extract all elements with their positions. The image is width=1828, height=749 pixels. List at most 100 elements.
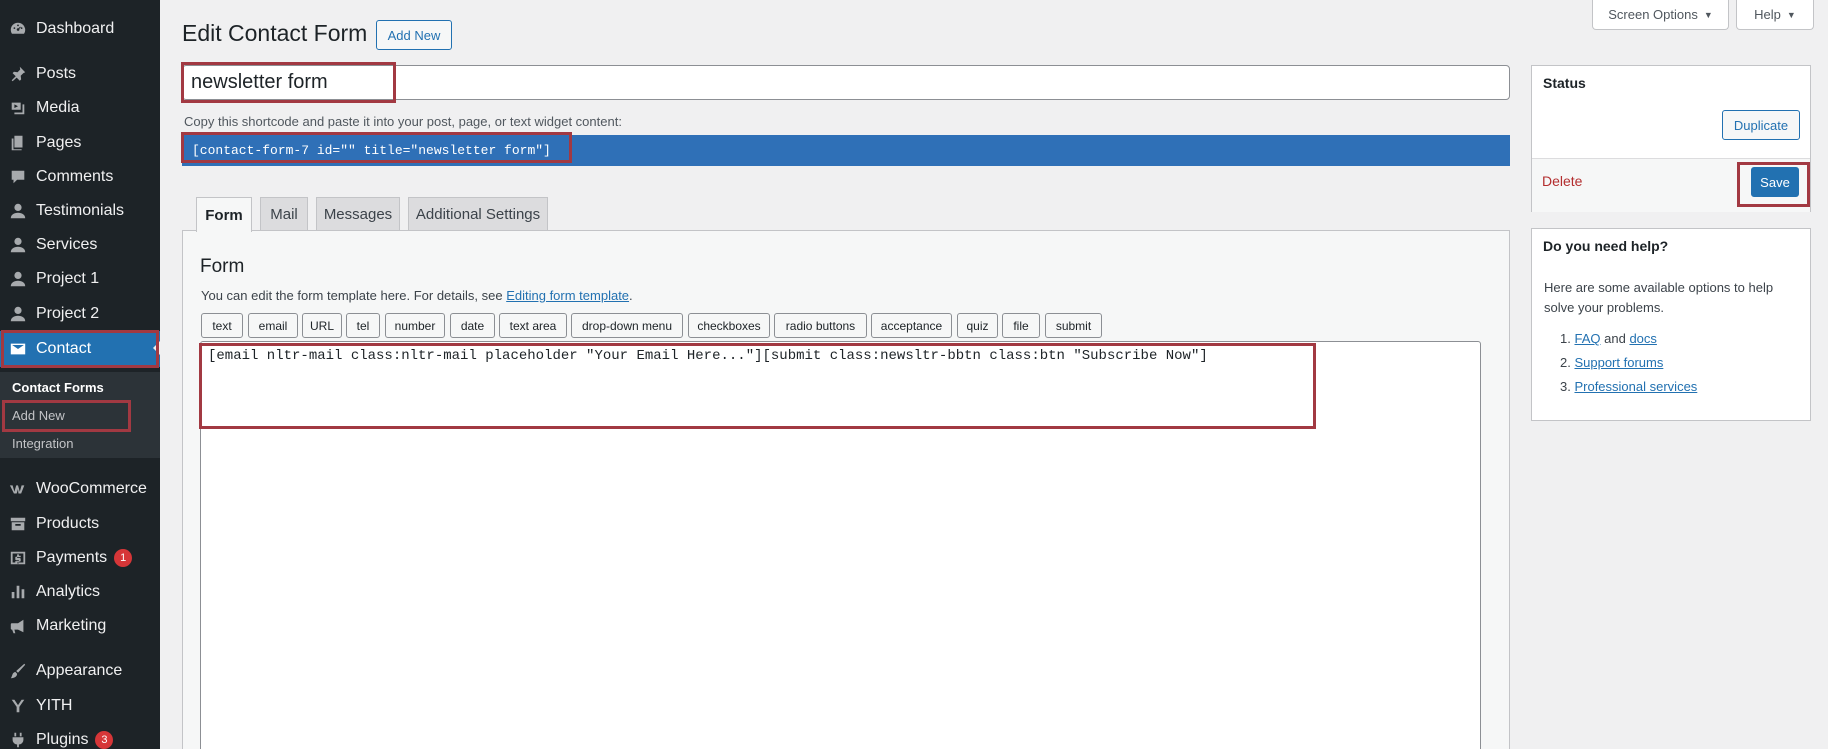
dashboard-icon xyxy=(8,19,28,39)
tag-button-text-area[interactable]: text area xyxy=(499,313,567,338)
comment-icon xyxy=(8,167,28,187)
shortcode-field[interactable]: [contact-form-7 id="" title="newsletter … xyxy=(182,135,1510,166)
help-label: Help xyxy=(1754,7,1781,22)
tag-button-tel[interactable]: tel xyxy=(346,313,380,338)
yith-icon xyxy=(8,696,28,716)
sidebar-item-project-1[interactable]: Project 1 xyxy=(0,262,160,296)
sidebar-item-appearance[interactable]: Appearance xyxy=(0,654,160,688)
list-number: 3. xyxy=(1560,379,1575,394)
caret-down-icon: ▼ xyxy=(1786,9,1796,20)
help-box-title: Do you need help? xyxy=(1543,238,1669,254)
sidebar-item-label: Services xyxy=(36,236,98,253)
sidebar-item-dashboard[interactable]: Dashboard xyxy=(0,12,160,46)
plug-icon xyxy=(8,730,28,749)
sidebar-item-pages[interactable]: Pages xyxy=(0,126,160,160)
sidebar-item-marketing[interactable]: Marketing xyxy=(0,609,160,643)
submenu-item-add-new[interactable]: Add New xyxy=(12,408,65,423)
form-title-input[interactable] xyxy=(182,65,1510,100)
sidebar-item-label: Media xyxy=(36,99,80,116)
plugins-count-badge: 3 xyxy=(95,731,114,749)
sidebar-item-comments[interactable]: Comments xyxy=(0,160,160,194)
person-icon xyxy=(8,304,28,324)
form-panel-hint: You can edit the form template here. For… xyxy=(201,288,633,303)
envelope-icon xyxy=(8,339,28,359)
save-button[interactable]: Save xyxy=(1751,167,1799,197)
sidebar-item-label: Appearance xyxy=(36,662,123,679)
sidebar-item-testimonials[interactable]: Testimonials xyxy=(0,194,160,228)
sidebar-item-contact[interactable]: Contact xyxy=(0,331,160,367)
sidebar-item-label: Comments xyxy=(36,168,114,185)
professional-services-link[interactable]: Professional services xyxy=(1574,379,1697,394)
delete-link[interactable]: Delete xyxy=(1542,173,1582,189)
support-forums-link[interactable]: Support forums xyxy=(1574,355,1663,370)
docs-link[interactable]: docs xyxy=(1629,331,1656,346)
tag-button-submit[interactable]: submit xyxy=(1045,313,1102,338)
contact-submenu: Contact Forms Add New Integration xyxy=(0,372,160,458)
sidebar-item-label: Payments xyxy=(36,549,108,566)
sidebar-item-analytics[interactable]: Analytics xyxy=(0,575,160,609)
sidebar-item-products[interactable]: Products xyxy=(0,507,160,541)
tag-button-quiz[interactable]: quiz xyxy=(957,313,998,338)
sidebar-item-label: Marketing xyxy=(36,617,107,634)
submenu-item-integration[interactable]: Integration xyxy=(12,436,73,451)
tag-button-acceptance[interactable]: acceptance xyxy=(871,313,952,338)
sidebar-item-payments[interactable]: Payments 1 xyxy=(0,541,160,575)
duplicate-button[interactable]: Duplicate xyxy=(1722,110,1800,140)
paintbrush-icon xyxy=(8,661,28,681)
sidebar-item-label: Pages xyxy=(36,134,82,151)
help-box-text: Here are some available options to help … xyxy=(1544,280,1774,315)
help-list-item-2: 2. Support forums xyxy=(1560,355,1663,370)
tab-additional-settings[interactable]: Additional Settings xyxy=(408,197,548,231)
tag-button-drop-down-menu[interactable]: drop-down menu xyxy=(571,313,683,338)
bar-chart-icon xyxy=(8,582,28,602)
tag-button-radio-buttons[interactable]: radio buttons xyxy=(774,313,867,338)
active-arrow-icon xyxy=(153,341,160,355)
tag-button-text[interactable]: text xyxy=(201,313,243,338)
person-icon xyxy=(8,235,28,255)
list-number: 2. xyxy=(1560,355,1575,370)
tag-button-url[interactable]: URL xyxy=(302,313,342,338)
megaphone-icon xyxy=(8,616,28,636)
tab-form[interactable]: Form xyxy=(196,197,252,232)
screen-options-button[interactable]: Screen Options ▼ xyxy=(1592,0,1729,30)
sidebar-item-label: Plugins xyxy=(36,731,89,748)
page-title: Edit Contact Form xyxy=(182,20,368,46)
dollar-icon xyxy=(8,548,28,568)
archive-icon xyxy=(8,514,28,534)
and-text: and xyxy=(1604,331,1626,346)
person-icon xyxy=(8,269,28,289)
sidebar-item-services[interactable]: Services xyxy=(0,228,160,262)
add-new-button[interactable]: Add New xyxy=(376,20,452,50)
sidebar-item-label: Testimonials xyxy=(36,202,125,219)
sidebar-item-label: YITH xyxy=(36,697,73,714)
sidebar-item-media[interactable]: Media xyxy=(0,91,160,125)
hint-suffix: . xyxy=(629,288,633,303)
tag-button-checkboxes[interactable]: checkboxes xyxy=(688,313,770,338)
list-number: 1. xyxy=(1560,331,1575,346)
tab-mail[interactable]: Mail xyxy=(260,197,308,231)
help-list-item-1: 1. FAQ and docs xyxy=(1560,331,1657,346)
tag-button-number[interactable]: number xyxy=(385,313,445,338)
payments-count-badge: 1 xyxy=(114,549,133,567)
media-icon xyxy=(8,98,28,118)
tab-messages[interactable]: Messages xyxy=(316,197,400,231)
tag-button-file[interactable]: file xyxy=(1002,313,1040,338)
sidebar-item-plugins[interactable]: Plugins 3 xyxy=(0,723,160,749)
help-list-item-3: 3. Professional services xyxy=(1560,379,1697,394)
submenu-item-contact-forms[interactable]: Contact Forms xyxy=(12,380,104,395)
sidebar-item-label: Analytics xyxy=(36,583,101,600)
help-button[interactable]: Help ▼ xyxy=(1736,0,1814,30)
sidebar-item-label: Project 2 xyxy=(36,305,100,322)
sidebar-item-project-2[interactable]: Project 2 xyxy=(0,297,160,331)
sidebar-item-yith[interactable]: YITH xyxy=(0,689,160,723)
sidebar-item-label: Products xyxy=(36,515,100,532)
person-icon xyxy=(8,201,28,221)
sidebar-item-posts[interactable]: Posts xyxy=(0,57,160,91)
faq-link[interactable]: FAQ xyxy=(1574,331,1600,346)
status-box-title: Status xyxy=(1543,75,1586,91)
editing-form-template-link[interactable]: Editing form template xyxy=(506,288,629,303)
tag-button-date[interactable]: date xyxy=(450,313,495,338)
tag-button-email[interactable]: email xyxy=(248,313,298,338)
form-template-textarea[interactable]: [email nltr-mail class:nltr-mail placeho… xyxy=(200,341,1481,749)
sidebar-item-woocommerce[interactable]: WooCommerce xyxy=(0,472,160,506)
